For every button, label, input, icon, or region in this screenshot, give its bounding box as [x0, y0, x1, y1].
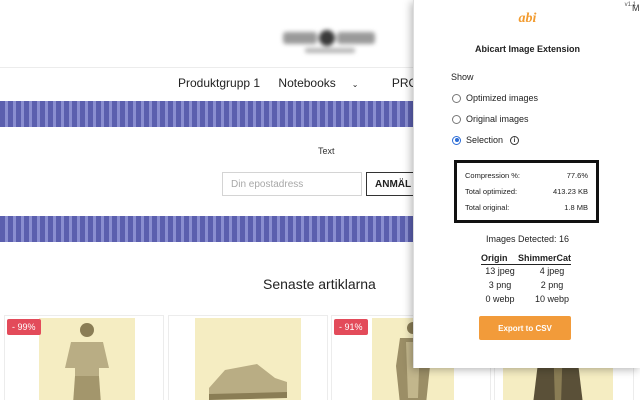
radio-button[interactable]	[452, 114, 461, 124]
extension-popup: v1.1 abi Abicart Image Extension Show Op…	[413, 0, 640, 368]
stat-value: 413.23 KB	[552, 187, 588, 196]
stat-optimized: Total optimized: 413.23 KB	[465, 185, 588, 201]
info-icon[interactable]: i	[510, 135, 520, 145]
abi-logo: abi	[518, 11, 537, 26]
newsletter-text: Text	[318, 146, 335, 156]
table-row: 3 png 2 png	[478, 280, 574, 290]
header-origin: Origin	[481, 253, 508, 263]
table-row: 0 webp 10 webp	[478, 294, 574, 304]
shop-logo[interactable]	[283, 30, 377, 56]
table-header: Origin ShimmerCat	[481, 253, 571, 265]
product-image	[39, 318, 135, 400]
corner-char: M	[632, 3, 640, 13]
extension-title: Abicart Image Extension	[474, 44, 581, 54]
radio-original-images[interactable]: Original images	[452, 114, 529, 124]
stat-label: Compression %:	[465, 171, 521, 180]
sale-badge: - 99%	[7, 319, 41, 335]
stat-label: Total optimized:	[465, 187, 518, 196]
nav-item-notebooks[interactable]: Notebooks ⌄	[278, 76, 373, 90]
sale-badge: - 91%	[334, 319, 368, 335]
section-title: Senaste artiklarna	[263, 276, 376, 292]
cell-origin: 0 webp	[485, 294, 515, 304]
chevron-down-icon: ⌄	[351, 80, 359, 89]
radio-button-selected[interactable]	[452, 135, 461, 145]
radio-label: Original images	[466, 114, 529, 124]
nav-item-produktgrupp[interactable]: Produktgrupp 1	[178, 76, 260, 90]
radio-label: Optimized images	[466, 93, 539, 103]
show-label: Show	[451, 72, 474, 82]
radio-button[interactable]	[452, 93, 461, 103]
stat-value: 1.8 MB	[564, 203, 588, 212]
stat-original: Total original: 1.8 MB	[465, 201, 588, 217]
cell-origin: 13 jpeg	[485, 266, 515, 276]
stats-box: Compression %: 77.6% Total optimized: 41…	[454, 160, 599, 223]
table-row: 13 jpeg 4 jpeg	[478, 266, 574, 276]
cell-shimmercat: 10 webp	[534, 294, 570, 304]
product-card[interactable]	[168, 315, 328, 400]
email-field[interactable]	[222, 172, 362, 196]
cell-shimmercat: 2 png	[540, 280, 564, 290]
stat-compression: Compression %: 77.6%	[465, 169, 588, 185]
stat-label: Total original:	[465, 203, 510, 212]
radio-optimized-images[interactable]: Optimized images	[452, 93, 538, 103]
product-card[interactable]: - 99%	[4, 315, 164, 400]
header-shimmercat: ShimmerCat	[517, 253, 571, 263]
images-detected: Images Detected: 16	[485, 234, 570, 244]
radio-label: Selection	[466, 135, 504, 145]
stat-value: 77.6%	[566, 171, 588, 180]
product-image	[195, 318, 301, 400]
screen: Produktgrupp 1 Notebooks⌄ PRODUKTER Text…	[0, 0, 640, 400]
cell-origin: 3 png	[488, 280, 512, 290]
export-csv-button[interactable]: Export to CSV	[479, 316, 571, 340]
radio-selection[interactable]: Selection i	[452, 135, 520, 145]
cell-shimmercat: 4 jpeg	[539, 266, 565, 276]
